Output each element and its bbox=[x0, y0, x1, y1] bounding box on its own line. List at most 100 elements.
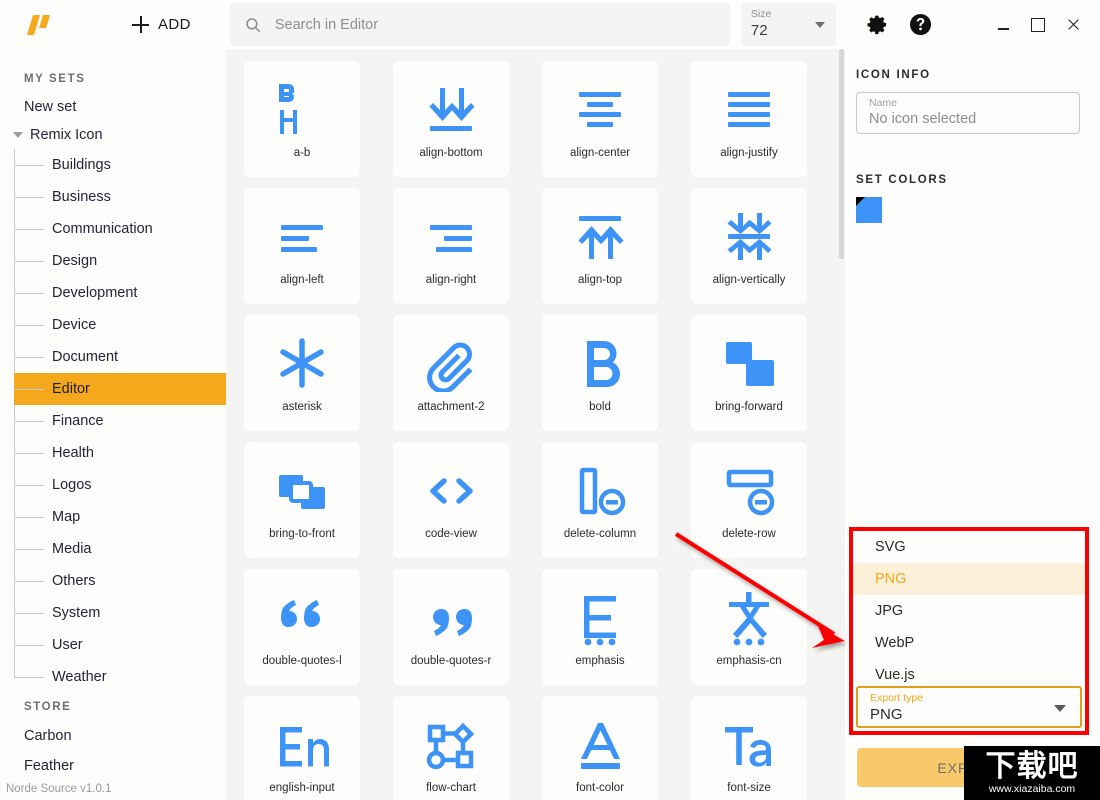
export-type-option-list: SVGPNGJPGWebPVue.js bbox=[853, 531, 1085, 691]
icon-card-align-top[interactable]: align-top bbox=[542, 188, 658, 304]
icon-card-align-vertically[interactable]: align-vertically bbox=[691, 188, 807, 304]
export-option-png[interactable]: PNG bbox=[853, 563, 1085, 595]
sidebar-store-item-carbon[interactable]: Carbon bbox=[0, 721, 226, 751]
icon-card-code-view[interactable]: code-view bbox=[393, 442, 509, 558]
sidebar-store-list: CarbonFeather bbox=[0, 721, 226, 781]
icon-card-flow-chart[interactable]: flow-chart bbox=[393, 696, 509, 800]
sidebar-item-system[interactable]: System bbox=[14, 597, 226, 629]
icon-card-emphasis-cn[interactable]: emphasis-cn bbox=[691, 569, 807, 685]
icon-card-label: a-b bbox=[294, 147, 311, 159]
double-quotes-l-icon bbox=[271, 586, 333, 648]
sidebar-item-health[interactable]: Health bbox=[14, 437, 226, 469]
icon-card-label: code-view bbox=[425, 528, 477, 540]
sidebar-item-label: Communication bbox=[52, 221, 153, 237]
icon-card-delete-column[interactable]: delete-column bbox=[542, 442, 658, 558]
icon-card-label: bring-forward bbox=[715, 401, 783, 413]
icon-card-english-input[interactable]: english-input bbox=[244, 696, 360, 800]
sidebar-item-new-set-label: New set bbox=[24, 99, 76, 115]
sidebar-item-finance[interactable]: Finance bbox=[14, 405, 226, 437]
icon-card-double-quotes-r[interactable]: double-quotes-r bbox=[393, 569, 509, 685]
icon-card-emphasis[interactable]: emphasis bbox=[542, 569, 658, 685]
icon-card-align-left[interactable]: align-left bbox=[244, 188, 360, 304]
export-option-webp[interactable]: WebP bbox=[853, 627, 1085, 659]
help-icon[interactable] bbox=[909, 13, 932, 36]
delete-column-icon bbox=[569, 459, 631, 521]
align-justify-icon bbox=[718, 78, 780, 140]
icon-card-font-size[interactable]: font-size bbox=[691, 696, 807, 800]
asterisk-icon bbox=[271, 332, 333, 394]
icon-card-align-right[interactable]: align-right bbox=[393, 188, 509, 304]
export-option-jpg[interactable]: JPG bbox=[853, 595, 1085, 627]
icon-card-double-quotes-l[interactable]: double-quotes-l bbox=[244, 569, 360, 685]
sidebar-item-label: System bbox=[52, 605, 100, 621]
sidebar-item-media[interactable]: Media bbox=[14, 533, 226, 565]
sidebar-item-label: Document bbox=[52, 349, 118, 365]
flow-chart-icon bbox=[420, 713, 482, 775]
sidebar-item-label: Health bbox=[52, 445, 94, 461]
sidebar-item-design[interactable]: Design bbox=[14, 245, 226, 277]
icon-card-label: delete-column bbox=[564, 528, 636, 540]
icon-card-align-justify[interactable]: align-justify bbox=[691, 61, 807, 177]
sidebar-item-logos[interactable]: Logos bbox=[14, 469, 226, 501]
window-controls bbox=[990, 12, 1100, 38]
gear-icon[interactable] bbox=[866, 13, 889, 36]
sidebar-item-buildings[interactable]: Buildings bbox=[14, 149, 226, 181]
icon-card-label: align-center bbox=[570, 147, 630, 159]
chevron-down-icon bbox=[1054, 705, 1066, 712]
icon-card-bring-to-front[interactable]: bring-to-front bbox=[244, 442, 360, 558]
icon-card-label: align-bottom bbox=[419, 147, 482, 159]
sidebar-item-map[interactable]: Map bbox=[14, 501, 226, 533]
export-option-svg[interactable]: SVG bbox=[853, 531, 1085, 563]
color-swatch[interactable] bbox=[856, 197, 882, 223]
sidebar-item-label: Logos bbox=[52, 477, 92, 493]
app-logo-icon bbox=[27, 12, 53, 38]
icon-card-align-center[interactable]: align-center bbox=[542, 61, 658, 177]
chevron-down-icon bbox=[815, 22, 825, 28]
icon-name-field[interactable]: Name No icon selected bbox=[856, 92, 1080, 134]
export-type-highlight-box: SVGPNGJPGWebPVue.js Export type PNG bbox=[849, 527, 1089, 735]
add-button[interactable]: ADD bbox=[122, 12, 201, 37]
sidebar-item-business[interactable]: Business bbox=[14, 181, 226, 213]
maximize-button[interactable] bbox=[1025, 12, 1051, 38]
close-button[interactable] bbox=[1060, 12, 1086, 38]
toolbar-icon-group bbox=[866, 13, 932, 36]
sidebar-item-remix-icon[interactable]: Remix Icon bbox=[0, 121, 226, 149]
sidebar-item-weather[interactable]: Weather bbox=[14, 661, 226, 693]
sidebar-item-user[interactable]: User bbox=[14, 629, 226, 661]
grid-scrollbar[interactable] bbox=[839, 49, 844, 259]
search-box[interactable] bbox=[230, 3, 730, 46]
top-toolbar: ADD Size 72 bbox=[0, 0, 1100, 49]
sidebar-item-device[interactable]: Device bbox=[14, 309, 226, 341]
icon-card-delete-row[interactable]: delete-row bbox=[691, 442, 807, 558]
english-input-icon bbox=[271, 713, 333, 775]
sidebar-heading-my-sets: MY SETS bbox=[0, 65, 226, 93]
plus-icon bbox=[132, 16, 149, 33]
sidebar-item-editor[interactable]: Editor bbox=[14, 373, 226, 405]
sidebar-scroll-area: MY SETS New set Remix Icon BuildingsBusi… bbox=[0, 65, 226, 800]
icon-card-font-color[interactable]: font-color bbox=[542, 696, 658, 800]
size-selector[interactable]: Size 72 bbox=[741, 3, 836, 46]
sidebar-item-label: Editor bbox=[52, 381, 90, 397]
icon-card-bring-forward[interactable]: bring-forward bbox=[691, 315, 807, 431]
sidebar-category-tree: BuildingsBusiness Communication Design Deve… bbox=[0, 149, 226, 693]
sidebar-item-development[interactable]: Development bbox=[14, 277, 226, 309]
app-window: ADD Size 72 bbox=[0, 0, 1100, 800]
icon-card-align-bottom[interactable]: align-bottom bbox=[393, 61, 509, 177]
search-input[interactable] bbox=[275, 17, 716, 33]
sidebar-item-document[interactable]: Document bbox=[14, 341, 226, 373]
minimize-button[interactable] bbox=[990, 12, 1016, 38]
code-view-icon bbox=[420, 459, 482, 521]
sidebar-item-communication[interactable]: Communication bbox=[14, 213, 226, 245]
sidebar-store-item-feather[interactable]: Feather bbox=[0, 751, 226, 781]
sidebar-item-label: Design bbox=[52, 253, 97, 269]
watermark: 下载吧 www.xiazaiba.com bbox=[964, 746, 1100, 800]
icon-card-asterisk[interactable]: asterisk bbox=[244, 315, 360, 431]
export-type-select[interactable]: Export type PNG bbox=[856, 686, 1082, 728]
sidebar-item-label: User bbox=[52, 637, 83, 653]
icon-card-a-b[interactable]: a-b bbox=[244, 61, 360, 177]
icon-card-bold[interactable]: bold bbox=[542, 315, 658, 431]
sidebar-item-others[interactable]: Others bbox=[14, 565, 226, 597]
attachment-2-icon bbox=[420, 332, 482, 394]
icon-card-attachment-2[interactable]: attachment-2 bbox=[393, 315, 509, 431]
sidebar-item-new-set[interactable]: New set bbox=[0, 93, 226, 121]
